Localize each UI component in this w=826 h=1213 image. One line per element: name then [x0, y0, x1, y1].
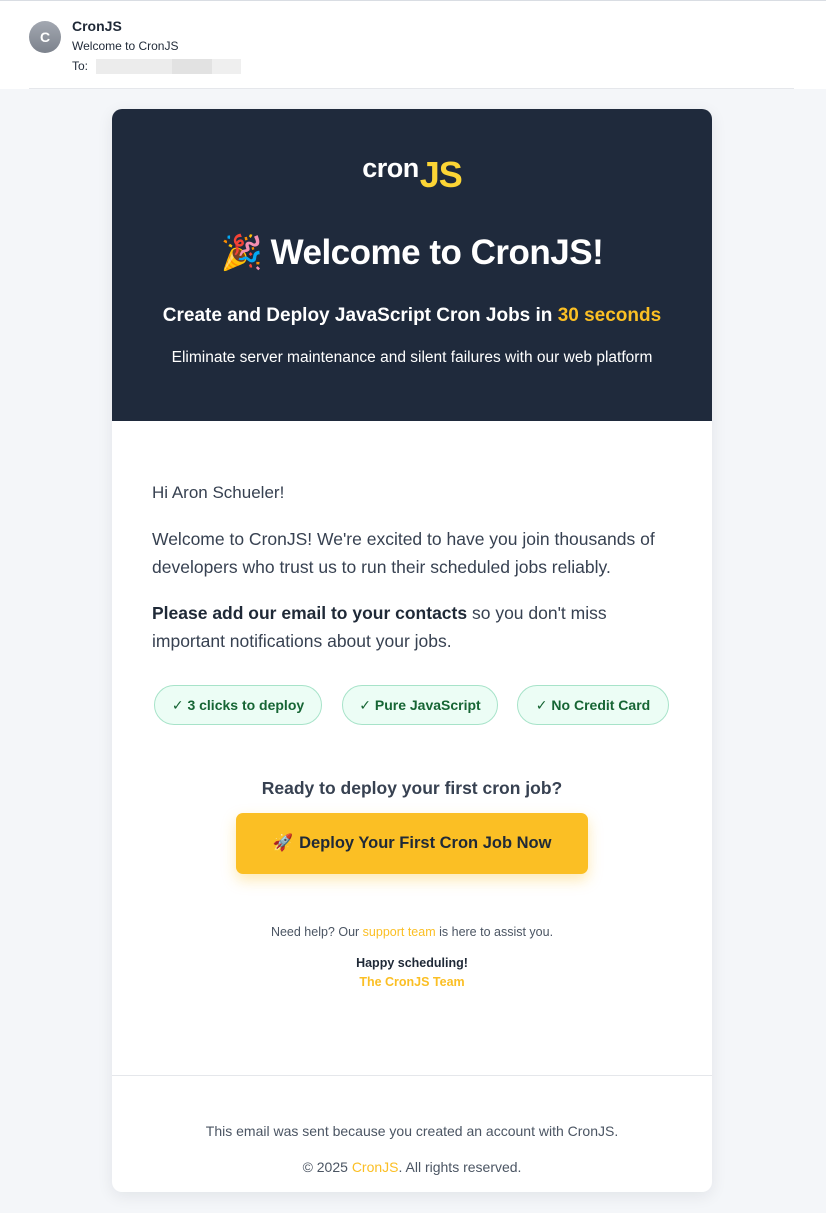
copyright-prefix: © 2025: [302, 1159, 352, 1175]
sender-avatar[interactable]: C: [29, 21, 61, 53]
support-team-link[interactable]: support team: [363, 925, 436, 939]
feature-badges: ✓ 3 clicks to deploy ✓ Pure JavaScript ✓…: [152, 685, 672, 725]
email-card: cron JS 🎉 Welcome to CronJS! Create and …: [112, 109, 712, 1192]
recipient-redacted: [96, 59, 241, 74]
logo-cron-text: cron: [362, 153, 419, 183]
party-popper-icon: 🎉: [220, 234, 263, 272]
hero-description: Eliminate server maintenance and silent …: [171, 349, 653, 366]
mail-header: C CronJS Welcome to CronJS To:: [0, 0, 826, 89]
footer-divider: [112, 1075, 712, 1076]
badge-clicks-to-deploy: ✓ 3 clicks to deploy: [154, 685, 322, 725]
deploy-button-label: Deploy Your First Cron Job Now: [299, 834, 552, 852]
hero-title: 🎉 Welcome to CronJS!: [112, 233, 712, 273]
hero-subtitle-text: Create and Deploy JavaScript Cron Jobs i…: [162, 305, 558, 326]
greeting: Hi Aron Schueler!: [152, 483, 285, 502]
hero-subtitle: Create and Deploy JavaScript Cron Jobs i…: [112, 305, 712, 327]
email-subject: Welcome to CronJS: [72, 39, 179, 53]
hero-title-text: Welcome to CronJS!: [270, 233, 604, 272]
rocket-icon: 🚀: [272, 834, 294, 852]
footer-copyright: © 2025 CronJS. All rights reserved.: [112, 1159, 712, 1175]
header-divider: [29, 88, 794, 89]
recipient-label: To:: [72, 59, 89, 73]
hero-subtitle-highlight: 30 seconds: [557, 305, 662, 326]
badge-no-credit-card: ✓ No Credit Card: [517, 685, 669, 725]
copyright-brand: CronJS: [351, 1159, 399, 1175]
logo-js-text: JS: [419, 154, 463, 195]
signoff: Happy scheduling!: [356, 956, 468, 970]
help-text: Need help? Our support team is here to a…: [152, 925, 672, 939]
cta-heading: Ready to deploy your first cron job?: [261, 778, 563, 798]
team-signature: The CronJS Team: [359, 975, 465, 989]
sender-name: CronJS: [72, 18, 122, 34]
footer-reason: This email was sent because you created …: [205, 1123, 619, 1139]
cronjs-logo: cron JS: [112, 149, 712, 193]
hero-banner: cron JS 🎉 Welcome to CronJS! Create and …: [112, 109, 712, 421]
contacts-emphasis: Please add our email to your contacts: [152, 603, 468, 623]
contacts-paragraph: Please add our email to your contacts so…: [152, 599, 672, 655]
copyright-suffix: . All rights reserved.: [398, 1159, 522, 1175]
deploy-cron-job-button[interactable]: 🚀 Deploy Your First Cron Job Now: [236, 813, 588, 874]
welcome-paragraph: Welcome to CronJS! We're excited to have…: [152, 529, 655, 577]
badge-pure-javascript: ✓ Pure JavaScript: [342, 685, 498, 725]
help-suffix: is here to assist you.: [435, 925, 554, 939]
help-prefix: Need help? Our: [270, 925, 363, 939]
